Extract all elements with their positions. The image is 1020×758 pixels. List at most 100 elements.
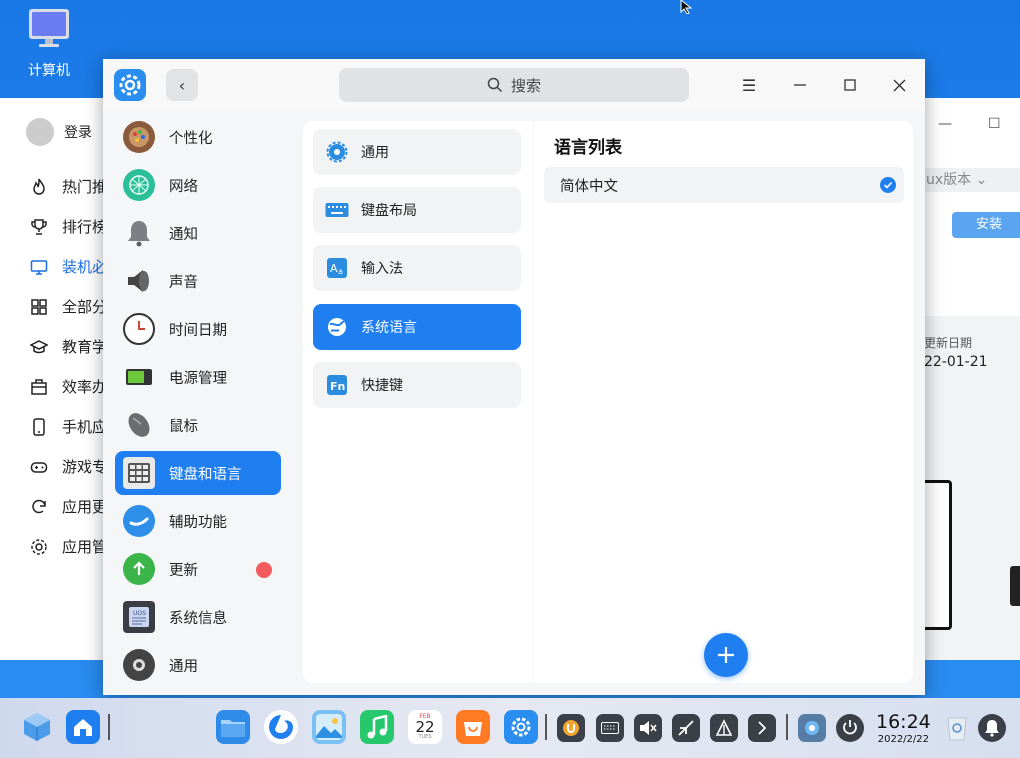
bg-sidebar-item[interactable]: 教育学 — [30, 336, 107, 357]
bg-sidebar-item[interactable]: 效率办 — [30, 376, 107, 397]
update-date-label: 更新日期 — [924, 336, 973, 350]
network-tray-icon[interactable] — [672, 714, 700, 742]
maximize-icon[interactable] — [838, 73, 862, 97]
back-button[interactable]: ‹ — [166, 69, 198, 101]
file-manager-icon[interactable] — [216, 710, 250, 744]
chevron-down-icon: ⌄ — [975, 172, 988, 188]
screenshot-preview — [924, 480, 952, 630]
settings-icon[interactable] — [504, 710, 538, 744]
volume-muted-icon[interactable] — [634, 714, 662, 742]
image-viewer-icon[interactable] — [312, 710, 346, 744]
browser-icon[interactable] — [264, 710, 298, 744]
nav-item-network[interactable]: 网络 — [115, 163, 281, 207]
app-store-icon[interactable] — [456, 710, 490, 744]
bg-sidebar-item[interactable]: 装机必 — [30, 256, 107, 277]
nav-label: 系统信息 — [169, 610, 227, 627]
keyboard-layout-icon — [325, 198, 349, 222]
language-item[interactable]: 简体中文 — [544, 167, 904, 203]
clock[interactable]: 16:24 2022/2/22 — [876, 712, 931, 745]
bg-sidebar-label: 全部分 — [62, 298, 108, 316]
search-input[interactable]: 搜索 — [339, 68, 689, 102]
add-language-button[interactable] — [704, 633, 748, 677]
clock-date: 2022/2/22 — [877, 734, 930, 745]
home-icon[interactable] — [66, 710, 100, 744]
nav-label: 电源管理 — [169, 370, 227, 387]
settings-nav: 个性化 网络 通知 声音 时间日期 电源管理 鼠标 键盘和语言 辅助功能 更新 … — [103, 111, 293, 695]
section-title: 语言列表 — [554, 138, 622, 158]
sub-item-label: 输入法 — [361, 261, 403, 277]
sub-item-general[interactable]: 通用 — [313, 129, 521, 175]
keyboard-icon — [123, 457, 155, 489]
settings-app-icon — [114, 69, 146, 101]
control-center-window: ‹ 搜索 ☰ 个性化 网络 通知 声音 时间日期 电源管理 鼠标 键盘和语言 辅… — [103, 59, 925, 695]
sub-item-label: 系统语言 — [361, 320, 417, 336]
bg-sidebar-item[interactable]: 应用管 — [30, 536, 107, 557]
notification-center-app-icon[interactable] — [798, 714, 826, 742]
app-store-detail-pane: — ☐ ux版本 ⌄ 安装 更新日期 22-01-21 — [924, 98, 1020, 660]
bg-sidebar-label: 装机必 — [62, 258, 108, 276]
trash-icon[interactable] — [940, 710, 974, 744]
close-icon[interactable] — [887, 73, 911, 97]
shortcut-fn-icon: Fn — [325, 373, 349, 397]
app-store-login[interactable]: 登录 — [26, 118, 92, 146]
trophy-icon — [31, 218, 47, 235]
nav-item-sound[interactable]: 声音 — [115, 259, 281, 303]
titlebar: ‹ 搜索 ☰ — [103, 59, 925, 111]
bluetooth-icon[interactable] — [710, 714, 738, 742]
bg-sidebar-item[interactable]: 全部分 — [30, 296, 107, 317]
clock-icon — [123, 313, 155, 345]
nav-item-accessibility[interactable]: 辅助功能 — [115, 499, 281, 543]
system-info-icon: UOS — [123, 601, 155, 633]
bell-icon — [123, 217, 155, 249]
notification-bell-icon[interactable] — [978, 714, 1006, 742]
sub-item-keyboard-layout[interactable]: 键盘布局 — [313, 187, 521, 233]
nav-item-keyboard-language[interactable]: 键盘和语言 — [115, 451, 281, 495]
dock-divider — [545, 714, 547, 740]
nav-item-general[interactable]: 通用 — [115, 643, 281, 687]
nav-label: 时间日期 — [169, 322, 227, 339]
nav-item-update[interactable]: 更新 — [115, 547, 281, 591]
language-label: 简体中文 — [560, 178, 618, 195]
minimize-icon[interactable] — [788, 73, 812, 97]
nav-label: 键盘和语言 — [169, 466, 242, 483]
maximize-icon[interactable]: ☐ — [988, 116, 1001, 132]
nav-item-notifications[interactable]: 通知 — [115, 211, 281, 255]
fire-icon — [33, 178, 45, 195]
bg-sidebar-item[interactable]: 手机应 — [30, 416, 107, 437]
next-screenshot-button[interactable] — [1010, 566, 1020, 606]
launcher-icon[interactable] — [20, 710, 54, 744]
nav-item-personalization[interactable]: 个性化 — [115, 115, 281, 159]
calendar-day: 22 — [415, 718, 435, 736]
clock-time: 16:24 — [876, 711, 931, 733]
nav-item-system-info[interactable]: UOS 系统信息 — [115, 595, 281, 639]
menu-icon[interactable]: ☰ — [737, 73, 761, 97]
nav-item-mouse[interactable]: 鼠标 — [115, 403, 281, 447]
bg-sidebar-item[interactable]: 游戏专 — [30, 456, 107, 477]
bg-sidebar-item[interactable]: 热门推 — [30, 176, 107, 197]
globe-icon — [325, 315, 349, 339]
computer-icon — [29, 9, 69, 47]
nav-label: 通知 — [169, 226, 198, 243]
onscreen-keyboard-icon[interactable] — [596, 714, 624, 742]
nav-item-power[interactable]: 电源管理 — [115, 355, 281, 399]
sub-item-input-method[interactable]: Aa 输入法 — [313, 245, 521, 291]
power-icon[interactable] — [836, 714, 864, 742]
bg-sidebar-label: 热门推 — [62, 178, 108, 196]
accessibility-icon — [123, 505, 155, 537]
update-badge — [256, 562, 272, 578]
desktop-computer-icon[interactable]: 计算机 — [18, 6, 80, 80]
sub-item-system-language[interactable]: 系统语言 — [313, 304, 521, 350]
bg-sidebar-item[interactable]: 排行榜 — [30, 216, 107, 237]
minimize-icon[interactable]: — — [938, 116, 952, 132]
music-icon[interactable] — [360, 710, 394, 744]
nav-item-datetime[interactable]: 时间日期 — [115, 307, 281, 351]
calendar-icon[interactable]: FEB 22 TUES — [408, 710, 442, 744]
bg-sidebar-item[interactable]: 应用更 — [30, 496, 107, 517]
install-button[interactable]: 安装 — [952, 212, 1020, 238]
sub-item-shortcuts[interactable]: Fn 快捷键 — [313, 362, 521, 408]
expand-tray-icon[interactable] — [748, 714, 776, 742]
keyboard-subpage-list: 通用 键盘布局 Aa 输入法 系统语言 Fn 快捷键 — [303, 121, 533, 683]
input-method-tray-icon[interactable] — [557, 714, 585, 742]
login-label: 登录 — [64, 125, 92, 141]
version-select[interactable]: ux版本 ⌄ — [924, 168, 1020, 192]
